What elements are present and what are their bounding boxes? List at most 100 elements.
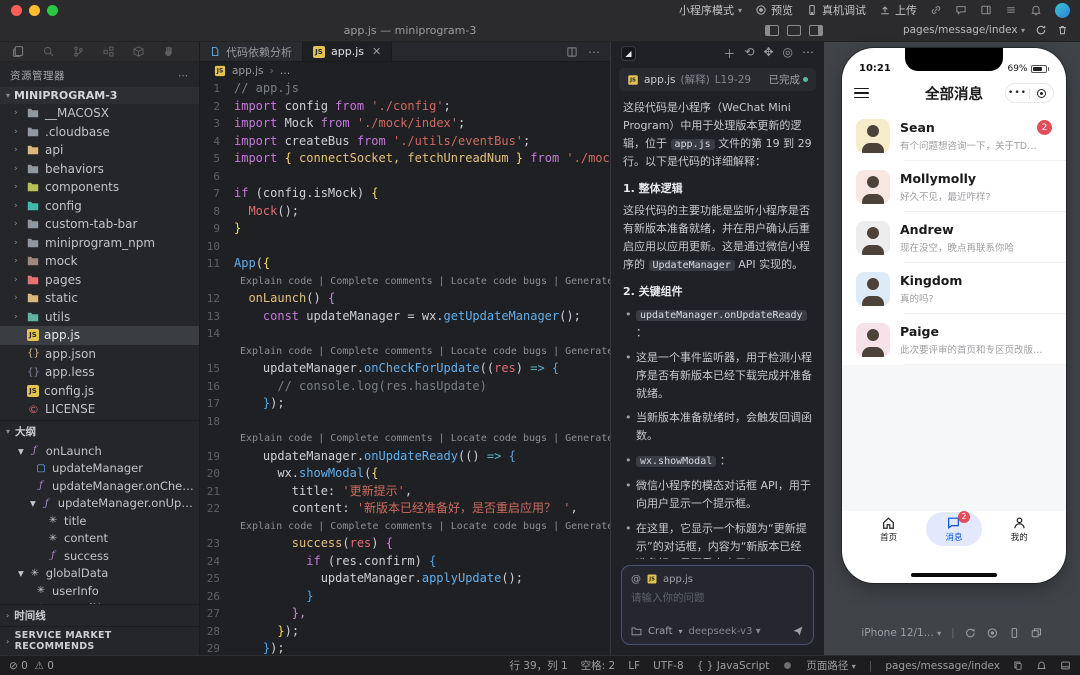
context-chip[interactable]: app.js xyxy=(663,574,693,585)
tree-folder-behaviors[interactable]: › behaviors xyxy=(0,160,199,179)
split-editor-icon[interactable] xyxy=(566,46,578,58)
code-line-9[interactable]: 9} xyxy=(200,220,610,238)
tree-folder-static[interactable]: › static xyxy=(0,289,199,308)
tree-folder-miniprogram_npm[interactable]: › miniprogram_npm xyxy=(0,234,199,253)
tab-app-js[interactable]: JS app.js ✕ xyxy=(303,42,393,61)
capsule-more-icon[interactable]: ••• xyxy=(1006,88,1029,98)
tree-folder-config[interactable]: › config xyxy=(0,197,199,216)
outline-item[interactable]: ▾ ✳ globalData xyxy=(0,565,199,583)
code-line-25[interactable]: 25 updateManager.applyUpdate(); xyxy=(200,570,610,588)
preview-button[interactable]: 预览 xyxy=(755,2,793,18)
tree-folder-__MACOSX[interactable]: › __MACOSX xyxy=(0,104,199,123)
message-item-paige[interactable]: Paige 此次要评审的首页和专区页改版的交互方案 xyxy=(842,314,1066,365)
code-line-20[interactable]: 20 wx.showModal({ xyxy=(200,465,610,483)
outline-item[interactable]: ✳ title xyxy=(0,512,199,530)
float-window-icon[interactable] xyxy=(1031,627,1043,639)
codelens-actions[interactable]: Explain code | Complete comments | Locat… xyxy=(200,343,610,361)
code-line-22[interactable]: 22 content: '新版本已经准备好，是否重启应用？ ', xyxy=(200,500,610,518)
code-line-21[interactable]: 21 title: '更新提示', xyxy=(200,483,610,501)
code-line-15[interactable]: 15 updateManager.onCheckForUpdate((res) … xyxy=(200,360,610,378)
send-icon[interactable] xyxy=(792,625,804,637)
service-market-section-header[interactable]: › SERVICE MARKET RECOMMENDS xyxy=(0,626,199,655)
code-line-16[interactable]: 16 // console.log(res.hasUpdate) xyxy=(200,378,610,396)
explorer-more-icon[interactable]: ⋯ xyxy=(178,70,189,82)
code-line-11[interactable]: 11 App({ xyxy=(200,255,610,273)
code-line-24[interactable]: 24 if (res.confirm) { xyxy=(200,553,610,571)
problems-indicator[interactable]: ⊘ 0 ⚠ 0 xyxy=(9,660,54,672)
tree-file-app.js[interactable]: JS app.js xyxy=(0,326,199,345)
tabbar-item-chat[interactable]: 2 消息 xyxy=(925,510,982,546)
tree-folder-utils[interactable]: › utils xyxy=(0,308,199,327)
timeline-section-header[interactable]: › 时间线 xyxy=(0,604,199,626)
tree-folder-custom-tab-bar[interactable]: › custom-tab-bar xyxy=(0,215,199,234)
code-line-1[interactable]: 1// app.js xyxy=(200,80,610,98)
wechat-capsule[interactable]: ••• xyxy=(1005,83,1054,103)
ai-more-icon[interactable]: ⋯ xyxy=(802,45,814,62)
prompt-placeholder[interactable]: 请输入你的问题 xyxy=(631,590,804,605)
close-window-button[interactable] xyxy=(11,4,22,16)
copy-path-icon[interactable] xyxy=(1013,660,1023,671)
device-frame-icon[interactable] xyxy=(1009,627,1021,639)
history-icon[interactable]: ⟲ xyxy=(744,45,754,62)
code-line-4[interactable]: 4 import createBus from './utils/eventBus… xyxy=(200,133,610,151)
code-line-12[interactable]: 12 onLaunch() { xyxy=(200,290,610,308)
move-panel-icon[interactable]: ✥ xyxy=(763,45,773,62)
language-mode[interactable]: { } JavaScript xyxy=(697,660,770,672)
code-line-3[interactable]: 3 import Mock from './mock/index'; xyxy=(200,115,610,133)
code-line-7[interactable]: 7 if (config.isMock) { xyxy=(200,185,610,203)
tree-file-LICENSE[interactable]: © LICENSE xyxy=(0,400,199,419)
source-control-icon[interactable] xyxy=(72,45,85,58)
indent-setting[interactable]: 空格: 2 xyxy=(581,658,616,673)
npm-package-icon[interactable] xyxy=(132,45,145,58)
eol-setting[interactable]: LF xyxy=(628,660,640,672)
breadcrumb[interactable]: JS app.js ›… xyxy=(200,62,610,80)
outline-item[interactable]: ✳ userInfo xyxy=(0,582,199,600)
layout-toggle-icon[interactable] xyxy=(1060,660,1071,671)
phone-simulator[interactable]: 10:21 69% 全部消息 ••• Sean有个问题想咨询一下，关于TDesi… xyxy=(842,48,1066,583)
hand-tool-icon[interactable] xyxy=(162,45,175,58)
route-path[interactable]: pages/message/index xyxy=(885,660,1000,672)
upload-button[interactable]: 上传 xyxy=(879,2,917,18)
model-selector[interactable]: deepseek-v3 ▾ xyxy=(689,626,761,637)
panel-layout-icon[interactable] xyxy=(980,4,992,16)
code-line-2[interactable]: 2 import config from './config'; xyxy=(200,98,610,116)
search-icon[interactable] xyxy=(42,45,55,58)
mode-selector[interactable]: 小程序模式 ▾ xyxy=(679,2,742,18)
menu-icon[interactable] xyxy=(1005,4,1017,16)
close-tab-icon[interactable]: ✕ xyxy=(372,45,381,58)
code-line-17[interactable]: 17 }); xyxy=(200,395,610,413)
outline-item[interactable]: ƒupdateManager.onCheckForUpdate() callba… xyxy=(0,477,199,495)
code-line-14[interactable]: 14 xyxy=(200,325,610,343)
maximize-window-button[interactable] xyxy=(47,4,58,16)
codelens-actions[interactable]: Explain code | Complete comments | Locat… xyxy=(200,518,610,536)
feedback-bell-icon[interactable] xyxy=(1036,660,1047,671)
tree-folder-api[interactable]: › api xyxy=(0,141,199,160)
settings-target-icon[interactable]: ◎ xyxy=(783,45,793,62)
device-selector[interactable]: iPhone 12/1... ▾ xyxy=(861,627,941,639)
cursor-position[interactable]: 行 39，列 1 xyxy=(509,658,567,673)
extensions-icon[interactable] xyxy=(102,45,115,58)
account-avatar[interactable] xyxy=(1055,2,1070,18)
tree-folder-pages[interactable]: › pages xyxy=(0,271,199,290)
compile-route-selector[interactable]: pages/message/index ▾ xyxy=(903,24,1025,36)
tree-folder-.cloudbase[interactable]: › .cloudbase xyxy=(0,123,199,142)
tabbar-item-user[interactable]: 我的 xyxy=(991,512,1047,546)
toggle-simulator-icon[interactable] xyxy=(765,25,779,36)
refresh-icon[interactable] xyxy=(1035,24,1047,36)
outline-item[interactable]: ▢ updateManager xyxy=(0,460,199,478)
minimize-window-button[interactable] xyxy=(29,4,40,16)
tree-file-app.less[interactable]: {} app.less xyxy=(0,363,199,382)
code-line-18[interactable]: 18 xyxy=(200,413,610,431)
tree-folder-mock[interactable]: › mock xyxy=(0,252,199,271)
tree-file-config.js[interactable]: JS config.js xyxy=(0,382,199,401)
tab-code-dependency[interactable]: 代码依赖分析 xyxy=(200,42,303,61)
window-controls[interactable] xyxy=(11,4,58,16)
outline-item[interactable]: ▾ ƒ onLaunch xyxy=(0,442,199,460)
outline-item[interactable]: ✳ content xyxy=(0,530,199,548)
capsule-minimize-icon[interactable] xyxy=(1030,88,1053,98)
tree-folder-components[interactable]: › components xyxy=(0,178,199,197)
code-area[interactable]: 1// app.js 2 import config from './config'… xyxy=(200,80,610,655)
new-chat-icon[interactable]: ＋ xyxy=(723,45,735,62)
code-line-8[interactable]: 8 Mock(); xyxy=(200,203,610,221)
codelens-actions[interactable]: Explain code | Complete comments | Locat… xyxy=(200,430,610,448)
